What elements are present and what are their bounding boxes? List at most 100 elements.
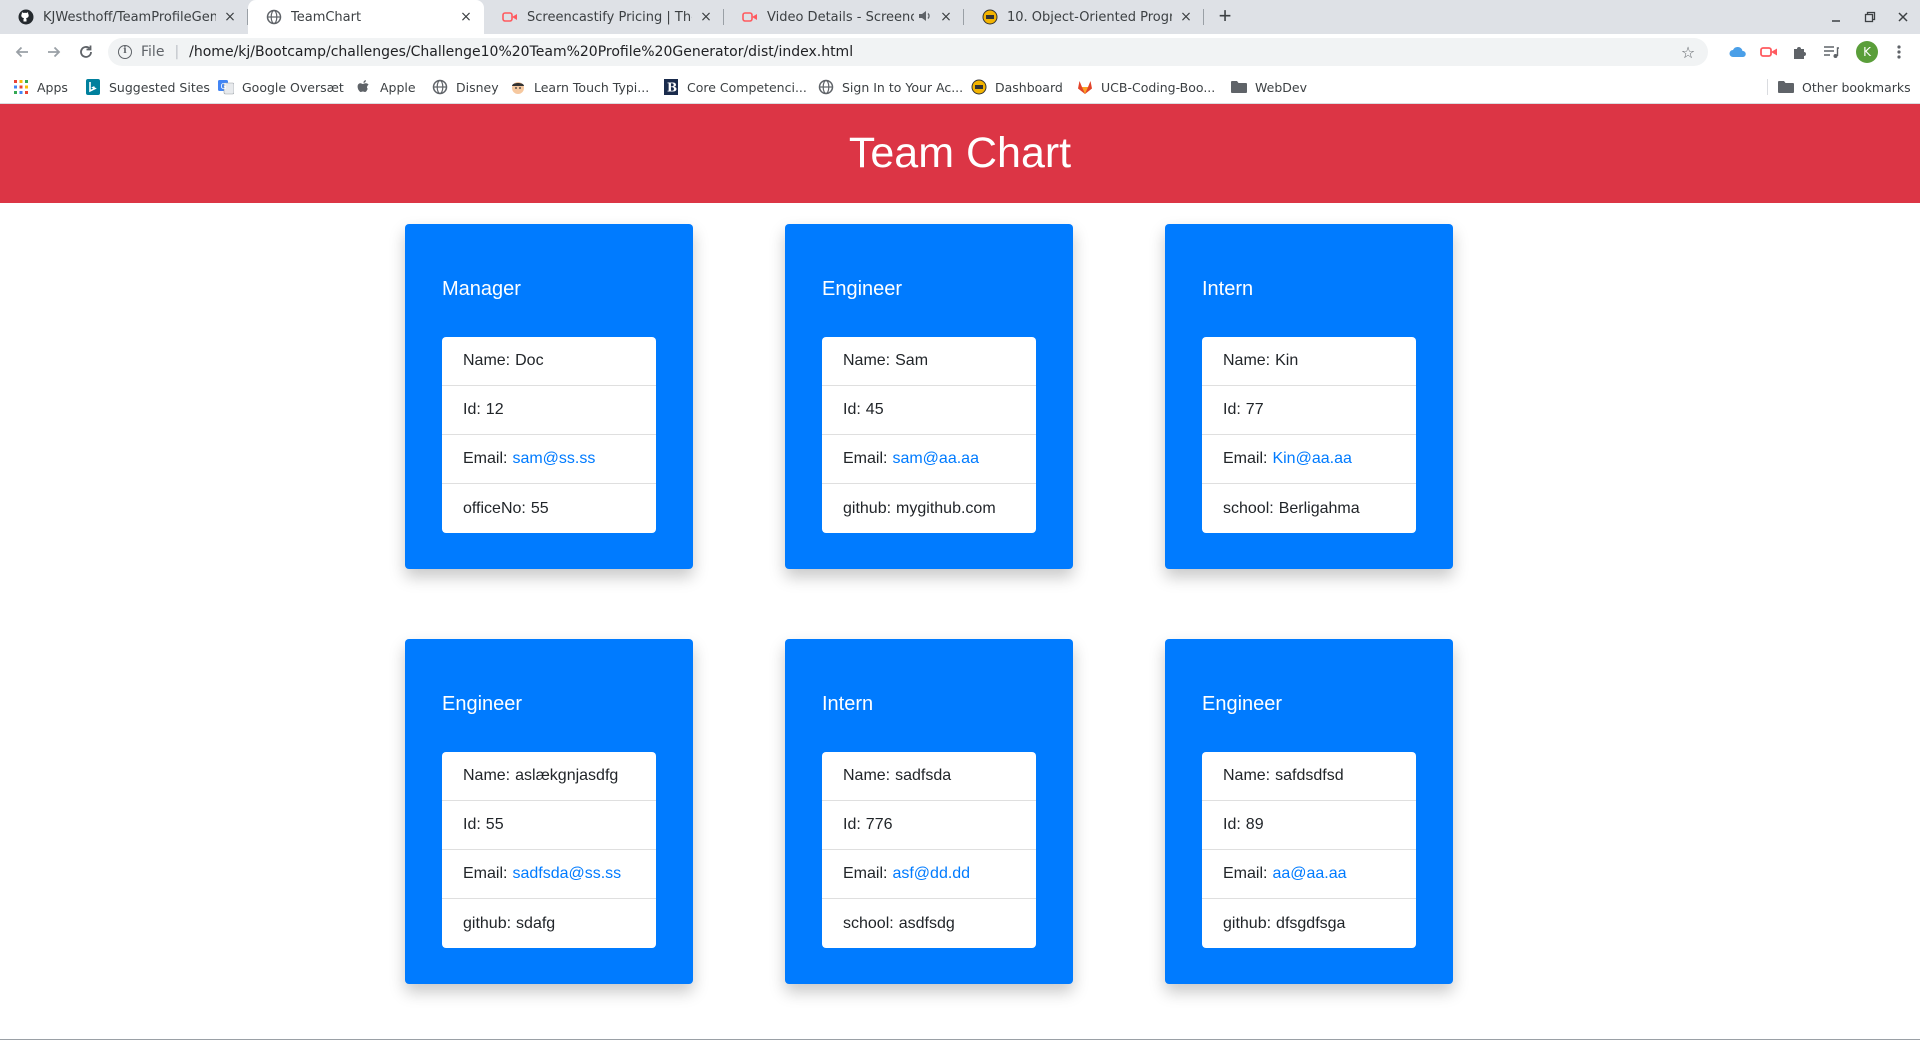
bookmark-other-bookmarks[interactable]: Other bookmarks	[1778, 70, 1911, 104]
page-header: Team Chart	[0, 104, 1920, 203]
bookmark-learn-touch-typing[interactable]: Learn Touch Typi...	[510, 70, 649, 104]
svg-text:G: G	[221, 82, 227, 91]
github-label: github:	[843, 499, 892, 517]
employee-id: 45	[865, 401, 884, 418]
bookmark-google-translate[interactable]: G Google Oversæt	[218, 70, 344, 104]
employee-email-link[interactable]: Kin@aa.aa	[1272, 450, 1351, 468]
bing-icon	[85, 79, 101, 95]
email-label: Email:	[843, 450, 888, 467]
bookmark-label: Other bookmarks	[1802, 79, 1911, 95]
employee-name: safdsdfsd	[1275, 767, 1344, 784]
bookmark-label: Disney	[456, 79, 499, 95]
new-tab-button[interactable]: +	[1213, 5, 1237, 29]
tab-video-details[interactable]: Video Details - Screencastify ×	[724, 0, 964, 34]
bookmark-label: Google Oversæt	[242, 79, 344, 95]
employee-email-row: Email: sam@aa.aa	[822, 435, 1036, 484]
employee-details: Name: safdsdfsd Id: 89 Email: aa@aa.aa gith…	[1202, 752, 1416, 948]
tab-screencastify-pricing[interactable]: Screencastify Pricing | The #1 Screen Re…	[484, 0, 724, 34]
restore-button[interactable]	[1853, 0, 1887, 34]
bookmark-label: Apple	[380, 79, 416, 95]
employee-details: Name: sadfsda Id: 776 Email: asf@dd.dd scho…	[822, 752, 1036, 948]
close-icon	[1898, 12, 1908, 22]
name-label: Name:	[463, 767, 511, 784]
school-label: school:	[1223, 499, 1274, 517]
tab-close-icon[interactable]: ×	[222, 9, 238, 25]
employee-details: Name: Sam Id: 45 Email: sam@aa.aa github: my…	[822, 337, 1036, 533]
info-icon[interactable]: i	[118, 45, 132, 59]
employee-card-intern: Intern Name: sadfsda Id: 776 Email: asf@dd.…	[785, 639, 1073, 984]
extensions-puzzle-icon[interactable]	[1790, 42, 1810, 62]
screencastify-icon	[502, 9, 518, 25]
forward-button[interactable]	[40, 38, 68, 66]
employee-email-link[interactable]: asf@dd.dd	[892, 865, 970, 883]
back-button[interactable]	[8, 38, 36, 66]
url-divider: |	[174, 44, 180, 60]
employee-card-manager: Manager Name: Doc Id: 12 Email: sam@ss.ss o…	[405, 224, 693, 569]
minimize-button[interactable]	[1819, 0, 1853, 34]
page-title: Team Chart	[848, 129, 1072, 177]
bookmark-apple[interactable]: Apple	[356, 70, 416, 104]
bookmark-ucb-coding-bootcamp[interactable]: UCB-Coding-Boo...	[1077, 70, 1215, 104]
employee-role: Engineer	[822, 278, 903, 300]
tab-close-icon[interactable]: ×	[1178, 9, 1194, 25]
employee-id: 55	[485, 816, 504, 833]
tab-close-icon[interactable]: ×	[458, 9, 474, 25]
profile-avatar[interactable]: K	[1856, 41, 1878, 63]
employee-name: Doc	[515, 352, 544, 369]
name-label: Name:	[843, 767, 891, 784]
employee-name-row: Name: safdsdfsd	[1202, 752, 1416, 801]
tab-github[interactable]: KJWesthoff/TeamProfileGenerator ×	[0, 0, 248, 34]
bootcamp-icon	[982, 9, 998, 25]
bookmark-suggested-sites[interactable]: Suggested Sites	[85, 70, 210, 104]
bookmark-label: Core Competenci...	[687, 79, 807, 95]
tab-close-icon[interactable]: ×	[698, 9, 714, 25]
employee-role: Intern	[822, 693, 874, 715]
menu-kebab-icon[interactable]	[1889, 42, 1909, 62]
bookmark-disney[interactable]: Disney	[432, 70, 499, 104]
close-window-button[interactable]	[1886, 0, 1920, 34]
cloud-extension-icon[interactable]	[1728, 42, 1748, 62]
employee-id: 776	[865, 816, 893, 833]
address-bar[interactable]: i File | /home/kj/Bootcamp/challenges/Ch…	[108, 38, 1708, 66]
speaker-icon[interactable]	[918, 10, 932, 25]
tab-title: 10. Object-Oriented Programming	[1007, 9, 1172, 25]
employee-school: asdfsdg	[898, 914, 955, 932]
employee-email-link[interactable]: sam@aa.aa	[892, 450, 979, 468]
tab-oop[interactable]: 10. Object-Oriented Programming ×	[964, 0, 1204, 34]
employee-school-row: school: asdfsdg	[822, 899, 1036, 948]
github-icon	[18, 9, 34, 25]
email-label: Email:	[1223, 450, 1268, 467]
bookmark-core-competencies[interactable]: B Core Competenci...	[663, 70, 807, 104]
github-label: github:	[463, 914, 512, 932]
bookmarks-divider	[1767, 79, 1768, 95]
url-text[interactable]: /home/kj/Bootcamp/challenges/Challenge10…	[189, 44, 1676, 60]
bookmark-webdev[interactable]: WebDev	[1231, 70, 1307, 104]
employee-school: Berligahma	[1278, 499, 1360, 517]
employee-email-link[interactable]: sam@ss.ss	[512, 450, 595, 468]
tab-separator	[1203, 9, 1204, 25]
employee-email-link[interactable]: aa@aa.aa	[1272, 865, 1346, 883]
reload-button[interactable]	[72, 38, 100, 66]
employee-email-row: Email: Kin@aa.aa	[1202, 435, 1416, 484]
apple-icon	[356, 79, 372, 95]
tab-close-icon[interactable]: ×	[938, 9, 954, 25]
bookmark-apps[interactable]: Apps	[13, 70, 68, 104]
media-controls-icon[interactable]	[1821, 42, 1841, 62]
employee-github: sdafg	[516, 914, 556, 932]
bookmark-dashboard[interactable]: Dashboard	[971, 70, 1063, 104]
screencastify-icon	[742, 9, 758, 25]
name-label: Name:	[1223, 352, 1271, 369]
globe-icon	[818, 79, 834, 95]
bookmark-label: Learn Touch Typi...	[534, 79, 650, 95]
id-label: Id:	[463, 816, 481, 833]
employee-email-row: Email: sadfsda@ss.ss	[442, 850, 656, 899]
bookmark-star-icon[interactable]: ☆	[1676, 43, 1700, 62]
employee-name-row: Name: aslækgnjasdfg	[442, 752, 656, 801]
employee-email-link[interactable]: sadfsda@ss.ss	[512, 865, 621, 883]
tab-teamchart[interactable]: TeamChart ×	[248, 0, 484, 34]
name-label: Name:	[463, 352, 511, 369]
bookmark-sign-in[interactable]: Sign In to Your Ac...	[818, 70, 963, 104]
screencastify-extension-icon[interactable]	[1759, 42, 1779, 62]
employee-details: Name: aslækgnjasdfg Id: 55 Email: sadfsda@s…	[442, 752, 656, 948]
employee-github-row: github: dfsgdfsga	[1202, 899, 1416, 948]
